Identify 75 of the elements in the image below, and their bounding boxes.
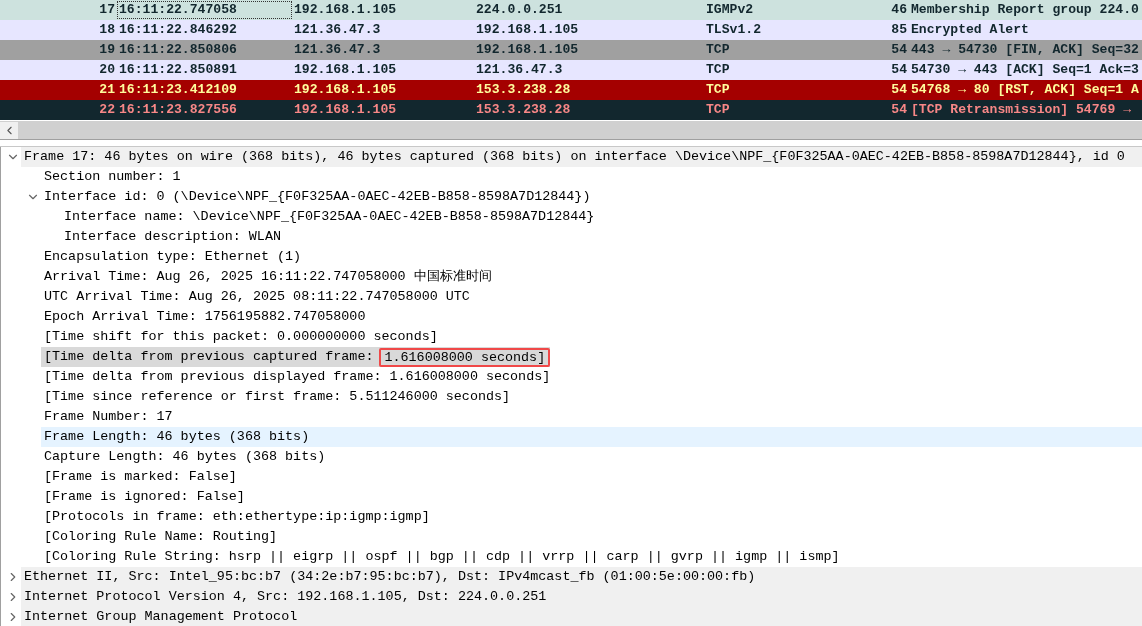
table-cell-text: 17 (98, 1, 116, 19)
tree-item[interactable]: Ethernet II, Src: Intel_95:bc:b7 (34:2e:b7:95:bc:b7), Dst: IPv4mcast_fb (01:00:5e:00:00:fb) (21, 567, 1142, 587)
packet-row[interactable]: 19 16:11:22.850806 121.36.47.3 192.168.1.105 TCP 54 443 → 54730 [FIN, ACK] Seq=32 (0, 40, 1142, 60)
tree-item[interactable]: Epoch Arrival Time: 1756195882.747058000 (41, 307, 366, 327)
table-cell-text: 16:11:22.850891 (118, 61, 238, 79)
table-cell-text: 22 (98, 101, 116, 119)
tree-item[interactable]: [Time delta from previous captured frame: 1.616008000 seconds] (41, 347, 551, 367)
packet-row[interactable]: 20 16:11:22.850891 192.168.1.105 121.36.47.3 TCP 54 54730 → 443 [ACK] Seq=1 Ack=3 (0, 60, 1142, 80)
table-cell-text: Membership Report group 224.0 (910, 1, 1140, 19)
table-cell-text: 54 (890, 101, 908, 119)
table-cell-text: 16:11:23.412109 (118, 81, 238, 99)
tree-item[interactable]: [Time shift for this packet: 0.000000000 seconds] (41, 327, 438, 347)
table-cell-text: 16:11:23.827556 (118, 101, 238, 119)
table-cell-text: 192.168.1.105 (293, 61, 398, 79)
table-cell-text: TCP (705, 41, 731, 59)
annotated-value: 1.616008000 seconds] (379, 347, 551, 367)
table-cell-text: 18 (98, 21, 116, 39)
table-cell-text: 16:11:22.846292 (118, 21, 238, 39)
table-cell-text: 46 (890, 1, 908, 19)
table-cell-text: TLSv1.2 (705, 21, 762, 39)
table-cell-text: 121.36.47.3 (293, 41, 382, 59)
table-cell-text: 192.168.1.105 (293, 1, 398, 19)
tree-item[interactable]: [Coloring Rule String: hsrp || eigrp || ospf || bgp || cdp || vrrp || carp || gvrp || igmp || ismp] (41, 547, 840, 567)
table-cell-text: IGMPv2 (705, 1, 755, 19)
packet-row[interactable]: 17 16:11:22.747058 192.168.1.105 224.0.0.251 IGMPv2 46 Membership Report group 224.0 (0, 0, 1142, 20)
tree-item[interactable]: [Time since reference or first frame: 5.511246000 seconds] (41, 387, 511, 407)
tree-item[interactable]: Interface name: \Device\NPF_{F0F325AA-0AEC-42EB-B858-8598A7D12844} (61, 207, 595, 227)
table-cell-text: 192.168.1.105 (475, 21, 580, 39)
tree-item[interactable]: [Protocols in frame: eth:ethertype:ip:igmp:igmp] (41, 507, 430, 527)
tree-item[interactable]: Section number: 1 (41, 167, 181, 187)
table-cell-text: 20 (98, 61, 116, 79)
scroll-left-button[interactable] (0, 121, 18, 139)
tree-item[interactable]: Interface description: WLAN (61, 227, 281, 247)
packet-row[interactable]: 21 16:11:23.412109 192.168.1.105 153.3.238.28 TCP 54 54768 → 80 [RST, ACK] Seq=1 A (0, 80, 1142, 100)
table-cell-text: 85 (890, 21, 908, 39)
tree-item[interactable]: Arrival Time: Aug 26, 2025 16:11:22.747058000 中国标准时间 (41, 267, 492, 287)
tree-item[interactable]: [Coloring Rule Name: Routing] (41, 527, 278, 547)
table-cell-text: 54 (890, 61, 908, 79)
table-cell-text: Encrypted Alert (910, 21, 1030, 39)
tree-item[interactable]: Internet Protocol Version 4, Src: 192.168.1.105, Dst: 224.0.0.251 (21, 587, 1142, 607)
table-cell-text: 224.0.0.251 (475, 1, 564, 19)
tree-item[interactable]: Encapsulation type: Ethernet (1) (41, 247, 302, 267)
table-cell-text: TCP (705, 61, 731, 79)
field-label: [Time delta from previous captured frame: (44, 348, 374, 366)
table-cell-text: TCP (705, 81, 731, 99)
tree-item[interactable]: [Frame is marked: False] (41, 467, 237, 487)
table-cell-text: 192.168.1.105 (293, 81, 398, 99)
table-cell-text: TCP (705, 101, 731, 119)
tree-item[interactable]: Interface id: 0 (\Device\NPF_{F0F325AA-0AEC-42EB-B858-8598A7D12844}) (41, 187, 591, 207)
packet-row[interactable]: 18 16:11:22.846292 121.36.47.3 192.168.1.105 TLSv1.2 85 Encrypted Alert (0, 20, 1142, 40)
packet-row[interactable]: 22 16:11:23.827556 192.168.1.105 153.3.238.28 TCP 54 [TCP Retransmission] 54769 → (0, 100, 1142, 120)
table-cell-text: 192.168.1.105 (293, 101, 398, 119)
table-cell-text: 21 (98, 81, 116, 99)
tree-item[interactable]: [Frame is ignored: False] (41, 487, 245, 507)
table-cell-text: 121.36.47.3 (293, 21, 382, 39)
tree-item[interactable]: UTC Arrival Time: Aug 26, 2025 08:11:22.747058000 UTC (41, 287, 470, 307)
table-cell-text: 121.36.47.3 (475, 61, 564, 79)
table-cell-text: 153.3.238.28 (475, 101, 572, 119)
table-cell-text: 19 (98, 41, 116, 59)
table-cell-text: [TCP Retransmission] 54769 → (910, 101, 1132, 119)
tree-item[interactable]: Frame Length: 46 bytes (368 bits) (41, 427, 1142, 447)
table-cell: 16:11:22.747058 (117, 1, 292, 19)
table-cell-text: 54768 → 80 [RST, ACK] Seq=1 A (910, 81, 1140, 99)
table-cell-text: 192.168.1.105 (475, 41, 580, 59)
tree-item[interactable]: Internet Group Management Protocol (21, 607, 1142, 626)
table-cell-text: 54730 → 443 [ACK] Seq=1 Ack=3 (910, 61, 1140, 79)
tree-item[interactable]: Frame 17: 46 bytes on wire (368 bits), 46 bytes captured (368 bits) on interface \Device\NPF_{F0F325AA-0AEC-42EB-B858-8598A7D12844}, id 0 (21, 147, 1142, 167)
table-cell-text: 443 → 54730 [FIN, ACK] Seq=32 (910, 41, 1140, 59)
table-cell-text: 153.3.238.28 (475, 81, 572, 99)
tree-item[interactable]: [Time delta from previous displayed frame: 1.616008000 seconds] (41, 367, 551, 387)
table-cell-text: 16:11:22.850806 (118, 41, 238, 59)
table-cell-text: 54 (890, 81, 908, 99)
tree-item[interactable]: Capture Length: 46 bytes (368 bits) (41, 447, 326, 467)
table-cell-text: 54 (890, 41, 908, 59)
tree-item[interactable]: Frame Number: 17 (41, 407, 173, 427)
